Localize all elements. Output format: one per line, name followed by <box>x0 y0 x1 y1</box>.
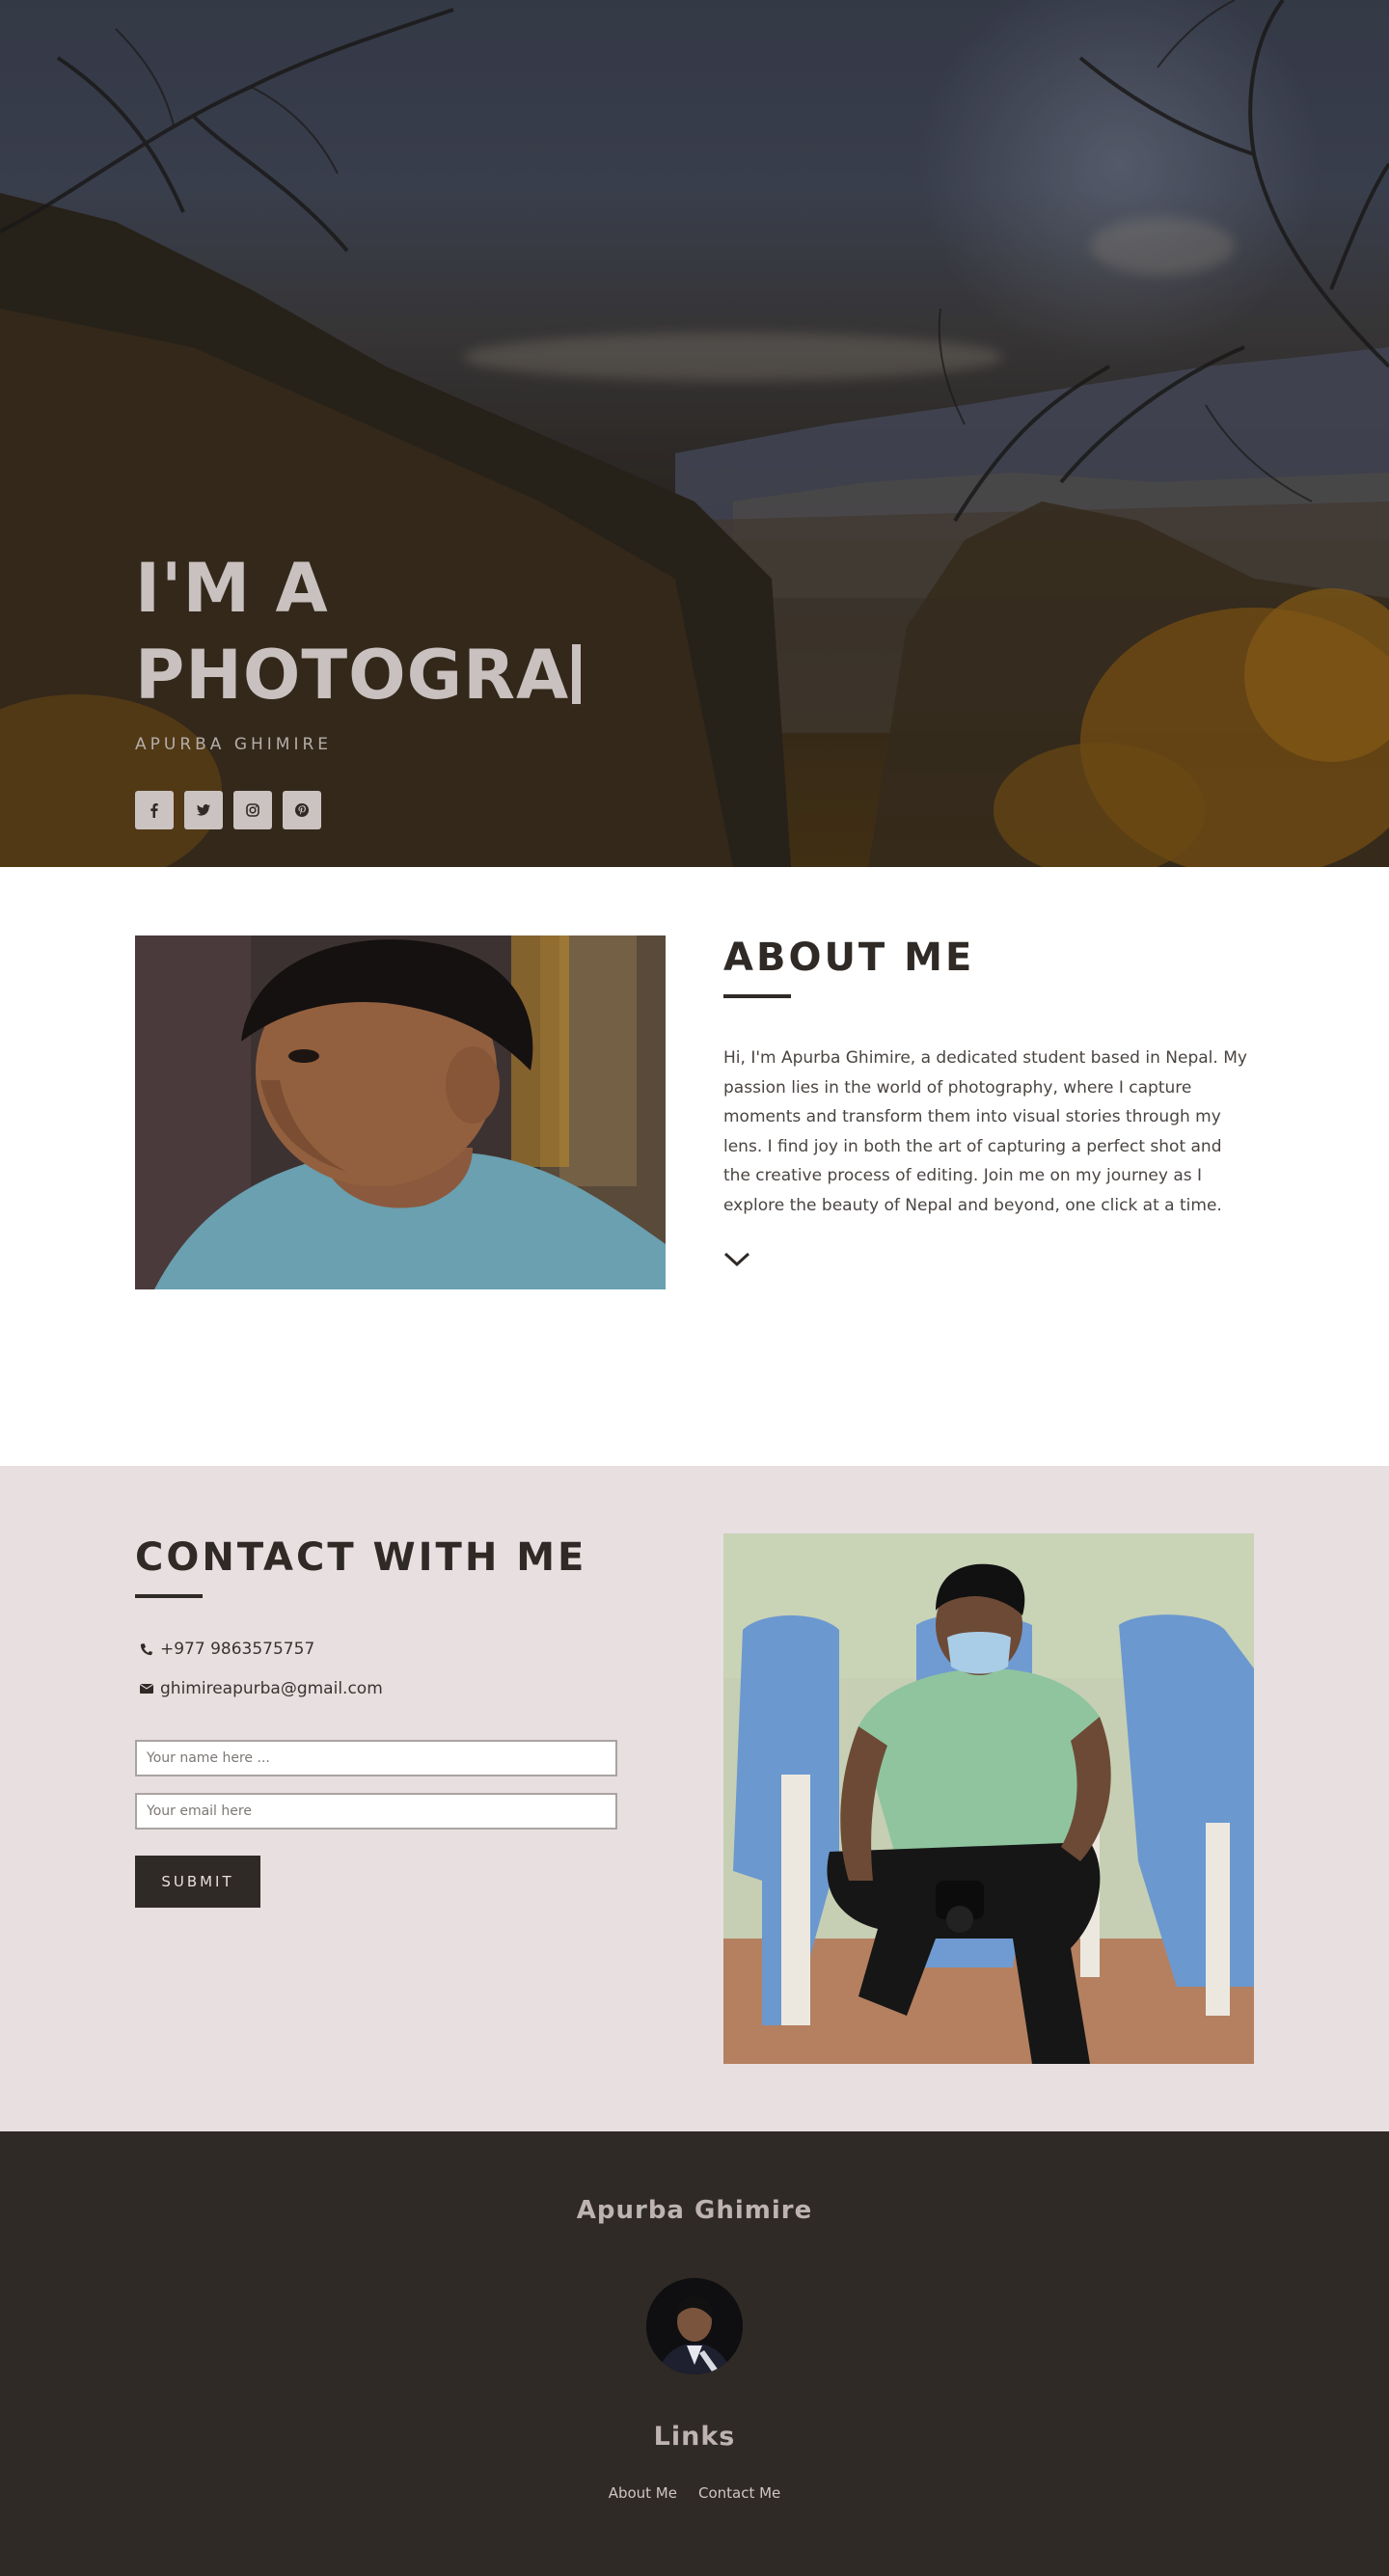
hero-section: I'M A PHOTOGRA APURBA GHIMIRE <box>0 0 1389 867</box>
contact-title-underline <box>135 1594 203 1598</box>
email-address: ghimireapurba@gmail.com <box>160 1679 383 1698</box>
hero-title: I'M A PHOTOGRA <box>135 545 810 719</box>
twitter-icon <box>197 804 210 816</box>
envelope-icon <box>140 1684 153 1694</box>
portrait-image <box>135 935 666 1289</box>
pinterest-button[interactable] <box>283 791 321 829</box>
chevron-down-icon[interactable] <box>723 1251 750 1268</box>
footer-name: Apurba Ghimire <box>576 2196 813 2225</box>
footer-links-title: Links <box>653 2422 736 2452</box>
footer-links: About Me Contact Me <box>0 2484 1389 2502</box>
contact-section: CONTACT WITH ME +977 9863575757 ghimirea… <box>0 1466 1389 2131</box>
email-input[interactable] <box>135 1793 617 1830</box>
instagram-button[interactable] <box>233 791 272 829</box>
twitter-button[interactable] <box>184 791 223 829</box>
footer-link-contact-me[interactable]: Contact Me <box>698 2484 780 2502</box>
avatar <box>646 2278 743 2374</box>
pinterest-icon <box>295 803 309 817</box>
instagram-icon <box>246 803 259 817</box>
hero-title-line2: PHOTOGRA <box>135 636 570 715</box>
photographer-image <box>723 1533 1254 2064</box>
about-description: Hi, I'm Apurba Ghimire, a dedicated stud… <box>723 1048 1247 1215</box>
avatar-image <box>646 2278 743 2374</box>
submit-button[interactable]: SUBMIT <box>135 1856 260 1908</box>
about-photo <box>135 935 666 1289</box>
name-input[interactable] <box>135 1740 617 1776</box>
phone-icon <box>140 1643 153 1656</box>
contact-title: CONTACT WITH ME <box>135 1535 587 1580</box>
facebook-button[interactable] <box>135 791 174 829</box>
footer-link-about-me[interactable]: About Me <box>609 2484 677 2502</box>
social-links <box>135 791 321 829</box>
facebook-icon <box>150 803 158 818</box>
footer: Apurba Ghimire Links About Me Contact Me <box>0 2131 1389 2576</box>
phone-number: +977 9863575757 <box>160 1640 315 1659</box>
about-section: ABOUT ME Hi, I'm Apurba Ghimire, a dedic… <box>0 867 1389 1466</box>
contact-photo <box>723 1533 1254 2064</box>
hero-title-line1: I'M A <box>135 549 329 628</box>
contact-email: ghimireapurba@gmail.com <box>139 1679 383 1698</box>
about-title: ABOUT ME <box>723 935 975 980</box>
contact-phone: +977 9863575757 <box>139 1640 314 1659</box>
about-title-underline <box>723 994 791 998</box>
hero-subtitle: APURBA GHIMIRE <box>135 735 333 754</box>
typing-caret <box>572 644 582 704</box>
